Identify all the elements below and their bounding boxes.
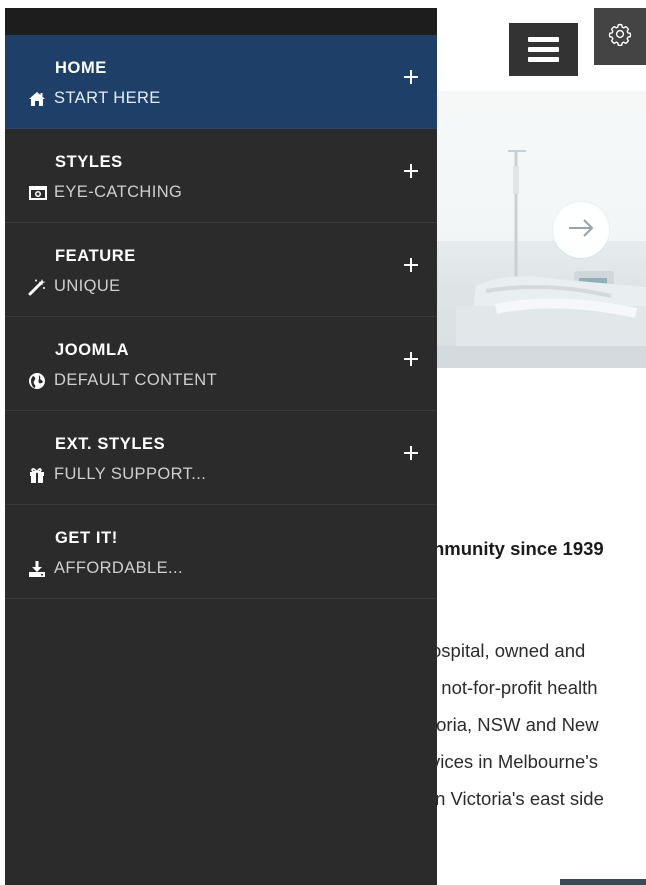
paragraph-line: in Victoria's east side [431,788,604,809]
menu-item-title: EXT. STYLES [55,435,166,453]
gift-icon [28,466,48,484]
menu-item-home[interactable]: HOME START HERE [5,35,437,129]
offcanvas-header [5,8,437,35]
magic-wand-icon [28,278,48,296]
menu-item-subtitle: EYE-CATCHING [28,183,182,202]
gear-icon [608,22,632,51]
paragraph-line: ospital, owned and [431,640,586,661]
expand-icon[interactable] [399,159,423,183]
menu-item-get-it[interactable]: GET IT! AFFORDABLE... [5,505,437,599]
menu-item-subtitle: UNIQUE [28,277,121,296]
settings-button[interactable] [594,8,646,65]
menu-item-title: JOOMLA [55,341,130,359]
menu-item-title: HOME [55,59,107,77]
menu-item-title: STYLES [55,153,123,171]
hamburger-icon [528,37,559,42]
paragraph-line: toria, NSW and New [431,714,599,735]
menu-item-title: GET IT! [55,529,118,547]
slider-next-button[interactable] [553,202,609,258]
menu-item-styles[interactable]: STYLES EYE-CATCHING [5,129,437,223]
expand-icon[interactable] [399,65,423,89]
menu-item-subtitle: DEFAULT CONTENT [28,371,217,390]
menu-item-feature[interactable]: FEATURE UNIQUE [5,223,437,317]
menu-item-subtitle: FULLY SUPPORT... [28,465,206,484]
globe-icon [28,372,48,390]
menu-item-ext-styles[interactable]: EXT. STYLES FULLY SUPPORT... [5,411,437,505]
menu-item-subtitle: START HERE [28,89,161,108]
expand-icon[interactable] [399,347,423,371]
hero-image [436,91,646,368]
footer-edge [560,879,646,885]
section-heading: nmunity since 1939 [433,538,604,559]
expand-icon[interactable] [399,253,423,277]
download-icon [28,560,48,578]
menu-item-subtitle: AFFORDABLE... [28,559,183,578]
intro-paragraph: ospital, owned and t not-for-profit heal… [431,632,646,817]
arrow-right-icon [567,218,595,243]
offcanvas-menu: HOME START HERE STYLES EYE-CATCHING FEAT… [5,8,437,885]
expand-icon[interactable] [399,441,423,465]
paragraph-line: vices in Melbourne's [431,751,599,772]
menu-item-joomla[interactable]: JOOMLA DEFAULT CONTENT [5,317,437,411]
menu-toggle-button[interactable] [509,23,578,76]
menu-item-title: FEATURE [55,247,136,265]
paragraph-line: t not-for-profit health [431,677,598,698]
home-icon [28,90,48,108]
camera-icon [28,184,48,202]
